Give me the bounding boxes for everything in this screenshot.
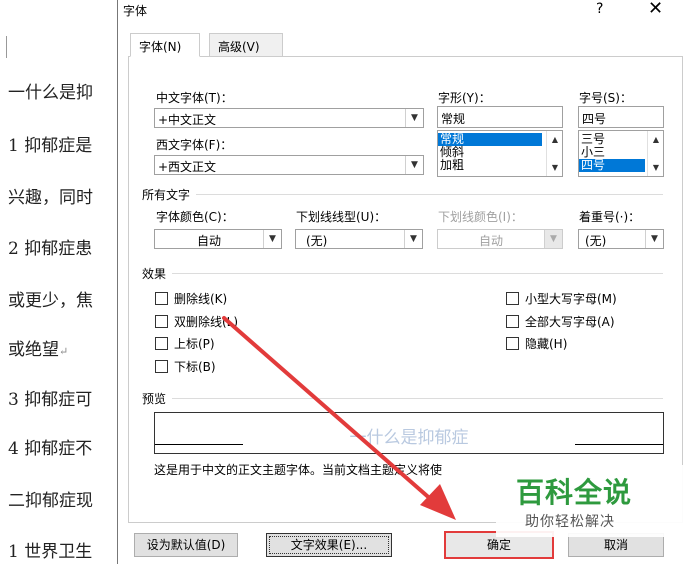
annotation-arrow-shaft [222,316,436,504]
watermark-title: 百科全说 [516,476,633,509]
annotation-arrow-head [420,484,456,520]
watermark: 百科全说 助你轻松解决 [496,465,692,537]
tab-font[interactable]: 字体(N) [130,33,200,57]
watermark-subtitle: 助你轻松解决 [525,514,615,530]
